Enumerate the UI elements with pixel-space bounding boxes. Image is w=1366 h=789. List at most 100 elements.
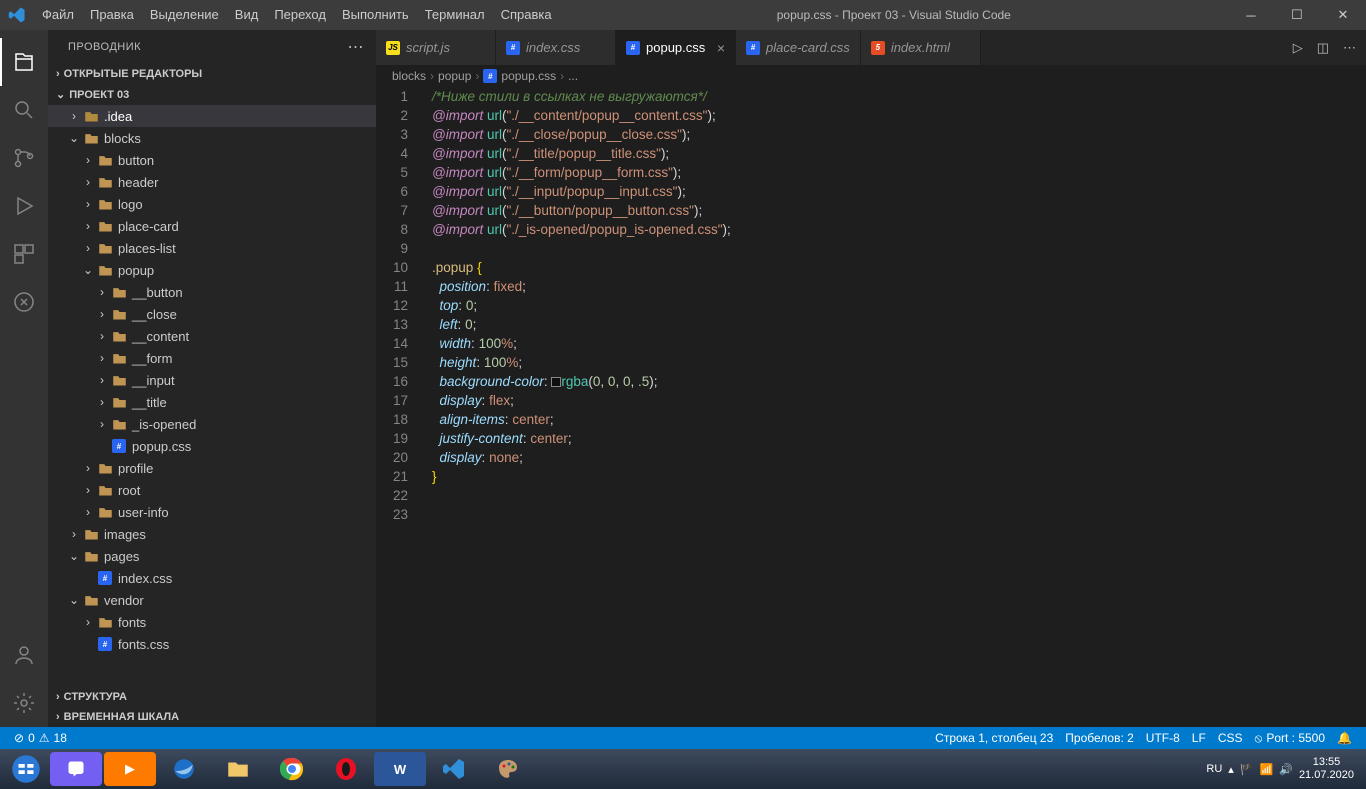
timeline-section[interactable]: ›ВРЕМЕННАЯ ШКАЛА [48, 707, 376, 727]
live-server-status[interactable]: ⦸Port : 5500 [1249, 731, 1332, 746]
eol-status[interactable]: LF [1186, 731, 1212, 745]
split-editor-icon[interactable]: ◫ [1317, 40, 1329, 56]
tray-volume-icon[interactable]: 🔊 [1279, 763, 1293, 776]
taskbar-app-explorer[interactable] [212, 752, 264, 786]
status-bar: ⊘0 ⚠18 Строка 1, столбец 23 Пробелов: 2 … [0, 727, 1366, 749]
start-button[interactable] [4, 752, 48, 786]
editor-tab[interactable]: #popup.css× [616, 30, 736, 65]
warning-icon: ⚠ [39, 731, 50, 745]
tree-item[interactable]: ›fonts [48, 611, 376, 633]
taskbar-app-word[interactable]: W [374, 752, 426, 786]
activity-bar [0, 30, 48, 727]
notifications-icon[interactable]: 🔔 [1331, 731, 1358, 745]
minimize-button[interactable]: ─ [1228, 0, 1274, 30]
system-tray[interactable]: RU ▴ 🏴 📶 🔊 13:5521.07.2020 [1206, 756, 1362, 782]
project-section[interactable]: ⌄ПРОЕКТ 03 [48, 84, 376, 105]
tree-item[interactable]: ⌄vendor [48, 589, 376, 611]
tree-item[interactable]: ›header [48, 171, 376, 193]
tree-item[interactable]: ›_is-opened [48, 413, 376, 435]
tree-item[interactable]: ›profile [48, 457, 376, 479]
taskbar-app-vscode[interactable] [428, 752, 480, 786]
tray-lang[interactable]: RU [1206, 763, 1222, 775]
explorer-icon[interactable] [0, 38, 48, 86]
title-bar: Файл Правка Выделение Вид Переход Выполн… [0, 0, 1366, 30]
menu-bar: Файл Правка Выделение Вид Переход Выполн… [34, 0, 560, 30]
taskbar-app-ie[interactable] [158, 752, 210, 786]
cursor-position[interactable]: Строка 1, столбец 23 [929, 731, 1059, 745]
tree-item[interactable]: ›place-card [48, 215, 376, 237]
tree-item[interactable]: #popup.css [48, 435, 376, 457]
maximize-button[interactable]: ☐ [1274, 0, 1320, 30]
tree-item[interactable]: ›__form [48, 347, 376, 369]
problems-status[interactable]: ⊘0 ⚠18 [8, 731, 73, 745]
tray-network-icon[interactable]: 📶 [1260, 763, 1274, 776]
language-mode[interactable]: CSS [1212, 731, 1249, 745]
editor-tab[interactable]: JSscript.js [376, 30, 496, 65]
menu-file[interactable]: Файл [34, 0, 82, 30]
tree-item[interactable]: ⌄pages [48, 545, 376, 567]
tree-item[interactable]: ›places-list [48, 237, 376, 259]
menu-selection[interactable]: Выделение [142, 0, 227, 30]
open-editors-section[interactable]: ›ОТКРЫТЫЕ РЕДАКТОРЫ [48, 64, 376, 84]
tree-item[interactable]: ⌄blocks [48, 127, 376, 149]
taskbar-app-opera[interactable] [320, 752, 372, 786]
tree-item[interactable]: ›__title [48, 391, 376, 413]
tree-item[interactable]: ⌄popup [48, 259, 376, 281]
accounts-icon[interactable] [0, 631, 48, 679]
close-button[interactable]: ✕ [1320, 0, 1366, 30]
menu-terminal[interactable]: Терминал [417, 0, 493, 30]
tray-flag-icon[interactable]: 🏴 [1240, 763, 1254, 776]
breadcrumb-item[interactable]: blocks [392, 69, 426, 83]
breadcrumb-item[interactable]: popup [438, 69, 471, 83]
breadcrumb-item[interactable]: ... [568, 69, 578, 83]
editor-tab[interactable]: #index.css [496, 30, 616, 65]
menu-edit[interactable]: Правка [82, 0, 142, 30]
file-tree[interactable]: ›.idea⌄blocks›button›header›logo›place-c… [48, 105, 376, 687]
tree-item[interactable]: ›__close [48, 303, 376, 325]
tree-item[interactable]: ›__content [48, 325, 376, 347]
menu-help[interactable]: Справка [493, 0, 560, 30]
tree-item[interactable]: ›.idea [48, 105, 376, 127]
editor-tab[interactable]: 5index.html [861, 30, 981, 65]
css-file-icon: # [483, 69, 497, 83]
run-icon[interactable]: ▷ [1293, 40, 1303, 56]
live-share-icon[interactable] [0, 278, 48, 326]
settings-icon[interactable] [0, 679, 48, 727]
tree-item[interactable]: ›root [48, 479, 376, 501]
menu-view[interactable]: Вид [227, 0, 267, 30]
taskbar-app-paint[interactable] [482, 752, 534, 786]
outline-section[interactable]: ›СТРУКТУРА [48, 687, 376, 707]
window-title: popup.css - Проект 03 - Visual Studio Co… [560, 8, 1228, 22]
more-icon[interactable]: ⋯ [1343, 40, 1356, 56]
taskbar-app-media[interactable]: ▶ [104, 752, 156, 786]
more-icon[interactable]: ⋯ [348, 37, 365, 57]
taskbar-app-chrome[interactable] [266, 752, 318, 786]
encoding-status[interactable]: UTF-8 [1140, 731, 1186, 745]
code-editor[interactable]: 1234567891011121314151617181920212223 /*… [376, 87, 1366, 727]
indentation-status[interactable]: Пробелов: 2 [1059, 731, 1140, 745]
tree-item[interactable]: ›button [48, 149, 376, 171]
tree-item[interactable]: ›__input [48, 369, 376, 391]
menu-go[interactable]: Переход [266, 0, 334, 30]
close-tab-icon[interactable]: × [717, 40, 725, 56]
tree-item[interactable]: ›images [48, 523, 376, 545]
vscode-logo-icon [0, 6, 34, 24]
tray-clock[interactable]: 13:5521.07.2020 [1299, 756, 1354, 782]
breadcrumb-item[interactable]: popup.css [501, 69, 556, 83]
breadcrumbs[interactable]: blocks› popup› # popup.css› ... [376, 65, 1366, 87]
tree-item[interactable]: #index.css [48, 567, 376, 589]
menu-run[interactable]: Выполнить [334, 0, 417, 30]
tree-item[interactable]: #fonts.css [48, 633, 376, 655]
taskbar-app-viber[interactable] [50, 752, 102, 786]
editor-tab[interactable]: #place-card.css [736, 30, 861, 65]
tray-chevron-up-icon[interactable]: ▴ [1228, 763, 1234, 776]
tree-item[interactable]: ›logo [48, 193, 376, 215]
tree-item[interactable]: ›__button [48, 281, 376, 303]
source-control-icon[interactable] [0, 134, 48, 182]
search-icon[interactable] [0, 86, 48, 134]
error-icon: ⊘ [14, 731, 24, 745]
extensions-icon[interactable] [0, 230, 48, 278]
run-debug-icon[interactable] [0, 182, 48, 230]
sidebar-title: ПРОВОДНИК [68, 41, 141, 53]
tree-item[interactable]: ›user-info [48, 501, 376, 523]
